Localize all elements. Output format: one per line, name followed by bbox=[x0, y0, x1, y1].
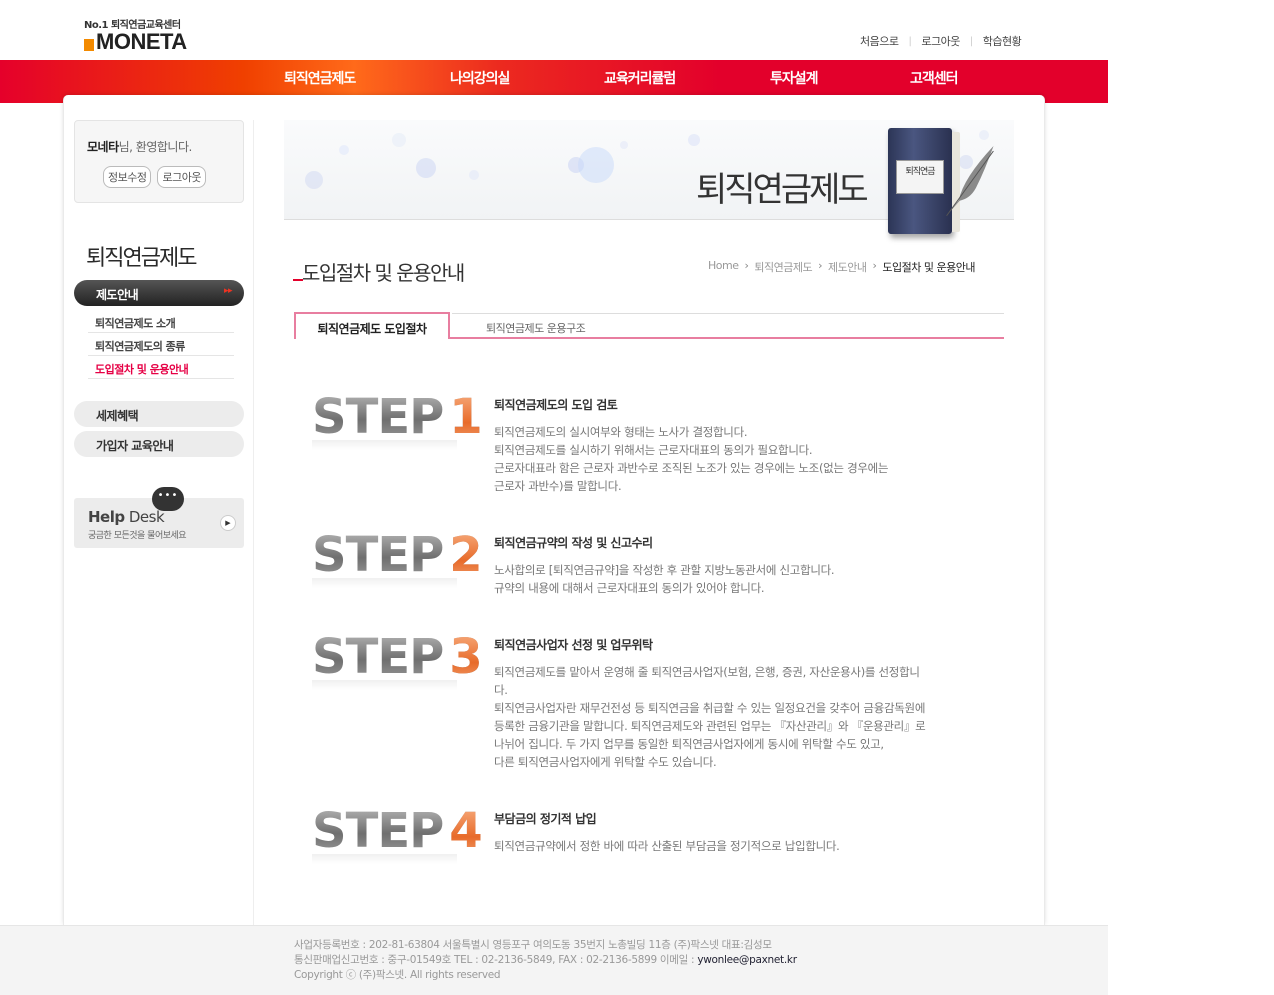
step-reflection bbox=[312, 854, 457, 864]
moneta-logo[interactable]: No.1 퇴직연금교육센터 MONETA bbox=[84, 16, 204, 54]
step-number: 1 bbox=[449, 389, 482, 445]
breadcrumb-current: 도입절차 및 운용안내 bbox=[882, 261, 975, 274]
top-links: 처음으로 | 로그아웃 | 학습현황 bbox=[860, 33, 1022, 49]
help-desk-subtitle: 궁금한 모든것을 물어보세요 bbox=[88, 531, 187, 541]
step-3-title: 퇴직연금사업자 선정 및 업무위탁 bbox=[494, 638, 653, 652]
footer-info: 사업자등록번호 : 202-81-63804 서울특별시 영등포구 여의도동 3… bbox=[294, 938, 797, 983]
step-label: STEP bbox=[312, 389, 444, 445]
step-text-line: 퇴직연금사업자란 재무건전성 등 퇴직연금을 취급할 수 있는 일정요건을 갖추… bbox=[494, 701, 926, 715]
step-1-title: 퇴직연금제도의 도입 검토 bbox=[494, 398, 618, 412]
help-desk-title: Help Desk bbox=[88, 508, 165, 526]
banner-title: 퇴직연금제도 bbox=[696, 170, 869, 210]
step-text-line: 근로자대표라 함은 근로자 과반수로 조직된 노조가 있는 경우에는 노조(없는… bbox=[494, 461, 889, 475]
registration-text: 통신판매업신고번호 : 중구-01549호 TEL : 02-2136-5849… bbox=[294, 954, 698, 966]
welcome-text: 모네타님, 환영합니다. bbox=[87, 138, 192, 155]
step-label: STEP bbox=[312, 629, 444, 685]
breadcrumb: Home › 퇴직연금제도 › 제도안내 › 도입절차 및 운용안내 bbox=[708, 259, 975, 275]
footer: 사업자등록번호 : 202-81-63804 서울특별시 영등포구 여의도동 3… bbox=[0, 925, 1108, 995]
step-reflection bbox=[312, 578, 457, 588]
play-arrow-icon[interactable]: ▶ bbox=[220, 515, 236, 531]
step-reflection bbox=[312, 680, 457, 690]
sidebar-divider bbox=[253, 120, 254, 925]
user-name: 모네타 bbox=[87, 140, 119, 154]
logout-button[interactable]: 로그아웃 bbox=[157, 166, 206, 188]
step-2-body: 노사합의로 [퇴직연금규약]을 작성한 후 관할 지방노동관서에 신고합니다. … bbox=[494, 561, 999, 597]
sidebar-item-tax-benefits[interactable]: 세제혜택 bbox=[74, 401, 244, 427]
logo-square-icon bbox=[84, 39, 94, 51]
nav-curriculum[interactable]: 교육커리큘럼 bbox=[604, 68, 676, 88]
step-text-line: 다른 퇴직연금사업자에게 위탁할 수도 있습니다. bbox=[494, 755, 717, 769]
step-1-graphic: STEP 1 bbox=[312, 392, 482, 442]
chevron-right-icon: › bbox=[744, 259, 749, 272]
chevron-right-icon: › bbox=[872, 259, 877, 272]
logo-wordmark: MONETA bbox=[84, 29, 204, 54]
greeting: 님, 환영합니다. bbox=[118, 140, 193, 154]
step-1-body: 퇴직연금제도의 실시여부와 형태는 노사가 결정합니다. 퇴직연금제도를 실시하… bbox=[494, 423, 999, 495]
step-2-graphic: STEP 2 bbox=[312, 530, 482, 580]
submenu-intro[interactable]: 퇴직연금제도 소개 bbox=[88, 310, 234, 333]
step-label: STEP bbox=[312, 527, 444, 583]
logo-name: MONETA bbox=[96, 29, 187, 54]
breadcrumb-guide[interactable]: 제도안내 bbox=[828, 259, 867, 275]
step-number: 3 bbox=[449, 629, 482, 685]
nav-investment-design[interactable]: 투자설계 bbox=[770, 68, 819, 88]
breadcrumb-pension[interactable]: 퇴직연금제도 bbox=[754, 259, 812, 275]
sidebar-item-system-guide[interactable]: 제도안내 ▸▸ bbox=[74, 280, 244, 306]
page-title: 도입절차 및 운용안내 bbox=[302, 261, 465, 285]
step-4-graphic: STEP 4 bbox=[312, 806, 482, 856]
edit-info-button[interactable]: 정보수정 bbox=[103, 166, 152, 188]
copyright: Copyright ⓒ (주)팍스넷. All rights reserved bbox=[294, 969, 501, 981]
help-title-rest: Desk bbox=[124, 508, 165, 526]
login-buttons: 정보수정 로그아웃 bbox=[103, 166, 206, 188]
help-title-bold: Help bbox=[88, 508, 125, 526]
sidebar-submenu: 퇴직연금제도 소개 퇴직연금제도의 종류 도입절차 및 운용안내 bbox=[88, 310, 234, 379]
step-text-line: 등록한 금융기관을 말합니다. 퇴직연금제도와 관련된 업무는 『자산관리』와 … bbox=[494, 719, 926, 733]
step-text-line: 퇴직연금제도를 실시하기 위해서는 근로자대표의 동의가 필요합니다. bbox=[494, 443, 813, 457]
step-4-body: 퇴직연금규약에서 정한 바에 따라 산출된 부담금을 정기적으로 납입합니다. bbox=[494, 837, 999, 855]
submenu-types[interactable]: 퇴직연금제도의 종류 bbox=[88, 333, 234, 356]
step-text-line: 퇴직연금규약에서 정한 바에 따라 산출된 부담금을 정기적으로 납입합니다. bbox=[494, 839, 840, 853]
step-text-line: 근로자 과반수)를 말합니다. bbox=[494, 479, 622, 493]
step-text-line: 노사합의로 [퇴직연금규약]을 작성한 후 관할 지방노동관서에 신고합니다. bbox=[494, 563, 835, 577]
study-status-link[interactable]: 학습현황 bbox=[983, 33, 1022, 49]
nav-my-classroom[interactable]: 나의강의실 bbox=[450, 68, 510, 88]
step-text-line: 규약의 내용에 대해서 근로자대표의 동의가 있어야 합니다. bbox=[494, 581, 765, 595]
submenu-procedure[interactable]: 도입절차 및 운용안내 bbox=[88, 356, 234, 379]
chevron-right-icon: › bbox=[818, 259, 823, 272]
sidebar-item-subscriber-education[interactable]: 가입자 교육안내 bbox=[74, 431, 244, 457]
login-box: 모네타님, 환영합니다. 정보수정 로그아웃 bbox=[74, 120, 244, 203]
step-text-line: 퇴직연금제도의 실시여부와 형태는 노사가 결정합니다. bbox=[494, 425, 748, 439]
step-reflection bbox=[312, 440, 457, 450]
step-text-line: 나뉘어 집니다. 두 가지 업무를 동일한 퇴직연금사업자에게 동시에 위탁할 … bbox=[494, 737, 884, 751]
divider: | bbox=[969, 35, 973, 47]
registration-info: 통신판매업신고번호 : 중구-01549호 TEL : 02-2136-5849… bbox=[294, 953, 797, 968]
double-arrow-icon: ▸▸ bbox=[223, 286, 233, 296]
sidebar-item-label: 제도안내 bbox=[96, 288, 139, 302]
divider: | bbox=[908, 35, 912, 47]
breadcrumb-home[interactable]: Home bbox=[708, 259, 739, 275]
company-info: 사업자등록번호 : 202-81-63804 서울특별시 영등포구 여의도동 3… bbox=[294, 939, 772, 951]
tab-introduction-procedure[interactable]: 퇴직연금제도 도입절차 bbox=[294, 312, 450, 339]
step-text-line: 다. bbox=[494, 683, 508, 697]
tab-operation-structure[interactable]: 퇴직연금제도 운용구조 bbox=[452, 313, 1004, 338]
email-link[interactable]: ywonlee@paxnet.kr bbox=[697, 954, 797, 966]
sidebar-title: 퇴직연금제도 bbox=[86, 246, 197, 271]
nav-retirement-pension[interactable]: 퇴직연금제도 bbox=[284, 68, 356, 88]
book-label: 퇴직연금 bbox=[896, 160, 944, 194]
home-link[interactable]: 처음으로 bbox=[860, 33, 899, 49]
step-number: 2 bbox=[449, 527, 482, 583]
step-text-line: 퇴직연금제도를 맡아서 운영해 줄 퇴직연금사업자(보험, 은행, 증권, 자산… bbox=[494, 665, 920, 679]
step-3-graphic: STEP 3 bbox=[312, 632, 482, 682]
help-desk-banner[interactable]: ••• Help Desk 궁금한 모든것을 물어보세요 ▶ bbox=[74, 487, 244, 548]
nav-customer-center[interactable]: 고객센터 bbox=[910, 68, 959, 88]
step-2-title: 퇴직연금규약의 작성 및 신고수리 bbox=[494, 536, 653, 550]
step-4-title: 부담금의 정기적 납입 bbox=[494, 812, 597, 826]
step-3-body: 퇴직연금제도를 맡아서 운영해 줄 퇴직연금사업자(보험, 은행, 증권, 자산… bbox=[494, 663, 999, 771]
step-label: STEP bbox=[312, 803, 444, 859]
book-icon: 퇴직연금 bbox=[888, 128, 960, 234]
logout-link[interactable]: 로그아웃 bbox=[921, 33, 960, 49]
step-number: 4 bbox=[449, 803, 482, 859]
